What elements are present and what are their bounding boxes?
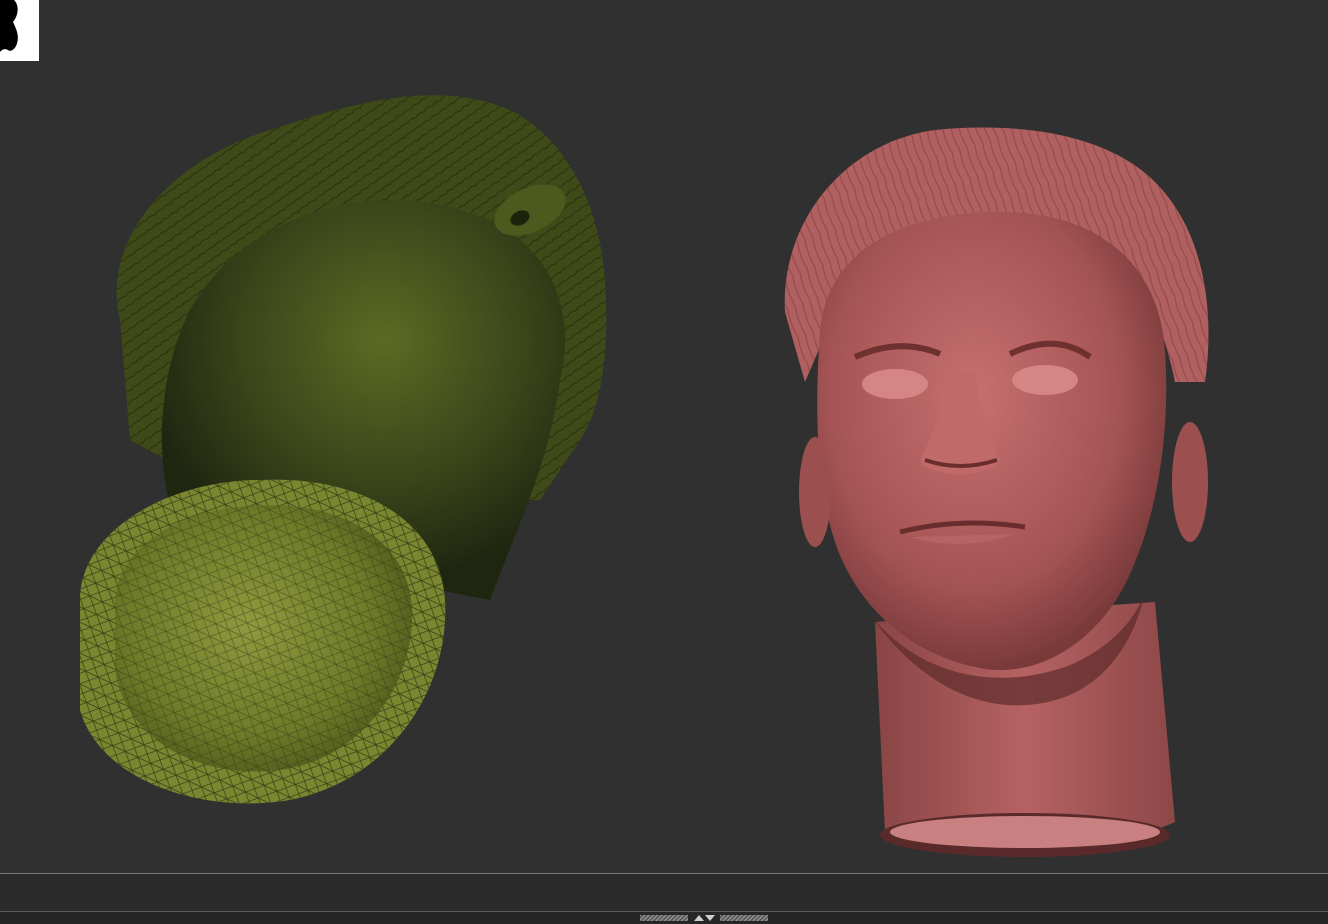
tray-grip-left[interactable] <box>640 915 688 921</box>
model-thumbnail[interactable] <box>0 0 39 61</box>
head-mesh-red[interactable] <box>775 122 1220 862</box>
3d-viewport-canvas[interactable] <box>0 0 1328 874</box>
bottom-shelf <box>0 874 1328 912</box>
tray-grip-right[interactable] <box>720 915 768 921</box>
head-mesh-green-wireframe[interactable] <box>60 80 620 810</box>
up-down-arrows-icon[interactable] <box>693 913 715 923</box>
model-silhouette-thumbnail-icon <box>0 0 18 52</box>
